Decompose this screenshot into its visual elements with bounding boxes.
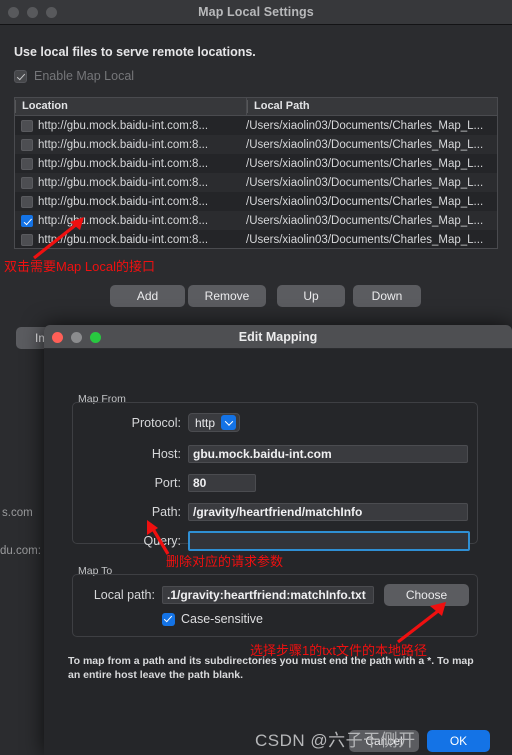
cell-local-path: /Users/xiaolin03/Documents/Charles_Map_L… xyxy=(246,119,484,132)
cell-local-path: /Users/xiaolin03/Documents/Charles_Map_L… xyxy=(246,233,484,246)
path-label: Path: xyxy=(151,505,181,519)
cell-location: http://gbu.mock.baidu-int.com:8... xyxy=(38,195,209,208)
main-window-title: Map Local Settings xyxy=(198,5,314,19)
row-enable-checkbox[interactable] xyxy=(21,195,33,208)
protocol-value: http xyxy=(195,415,216,430)
arrow-to-choose-button-icon xyxy=(397,602,446,644)
minimize-icon[interactable] xyxy=(27,7,38,18)
table-row[interactable]: http://gbu.mock.baidu-int.com:8... /Users… xyxy=(15,135,497,154)
table-header: Location Local Path xyxy=(15,98,497,116)
case-sensitive-row[interactable]: Case-sensitive xyxy=(162,612,263,626)
cell-location: http://gbu.mock.baidu-int.com:8... xyxy=(38,138,209,151)
background-text-line1: s.com xyxy=(2,507,33,519)
query-field[interactable] xyxy=(188,531,470,551)
screen: Map Local Settings Use local files to se… xyxy=(0,0,512,755)
cell-local-path: /Users/xiaolin03/Documents/Charles_Map_L… xyxy=(246,214,484,227)
cell-local-path: /Users/xiaolin03/Documents/Charles_Map_L… xyxy=(246,176,484,189)
row-enable-checkbox[interactable] xyxy=(21,119,33,132)
row-enable-checkbox[interactable] xyxy=(21,157,33,170)
cell-location: http://gbu.mock.baidu-int.com:8... xyxy=(38,119,209,132)
down-button[interactable]: Down xyxy=(353,285,421,307)
local-path-field[interactable] xyxy=(162,586,374,604)
cell-local-path: /Users/xiaolin03/Documents/Charles_Map_L… xyxy=(246,157,484,170)
row-enable-checkbox[interactable] xyxy=(21,176,33,189)
arrow-to-selected-row-icon xyxy=(33,217,84,260)
host-field[interactable] xyxy=(188,445,468,463)
dialog-zoom-icon[interactable] xyxy=(90,331,101,343)
enable-map-local-row[interactable]: Enable Map Local xyxy=(14,69,134,83)
enable-map-local-label: Enable Map Local xyxy=(34,69,135,83)
arrow-to-query-field-icon xyxy=(147,520,170,555)
chevron-down-icon[interactable] xyxy=(221,415,237,430)
main-window-traffic-lights[interactable] xyxy=(8,0,57,25)
table-row[interactable]: http://gbu.mock.baidu-int.com:8... /Users… xyxy=(15,116,497,135)
column-header-location[interactable]: Location xyxy=(15,98,247,115)
table-body: http://gbu.mock.baidu-int.com:8... /Users… xyxy=(15,116,497,248)
page-title: Use local files to serve remote location… xyxy=(14,45,256,59)
host-row: Host: xyxy=(84,445,474,463)
list-action-buttons: Add Remove Up Down xyxy=(0,285,512,307)
mappings-table[interactable]: Location Local Path http://gbu.mock.baid… xyxy=(14,97,498,249)
dialog-minimize-icon[interactable] xyxy=(71,331,82,343)
path-row: Path: xyxy=(84,503,474,521)
table-row[interactable]: http://gbu.mock.baidu-int.com:8... /Users… xyxy=(15,154,497,173)
protocol-select[interactable]: http xyxy=(188,413,241,432)
cell-local-path: /Users/xiaolin03/Documents/Charles_Map_L… xyxy=(246,138,484,151)
enable-map-local-checkbox[interactable] xyxy=(14,69,27,83)
row-enable-checkbox[interactable] xyxy=(21,138,33,151)
protocol-row: Protocol: http xyxy=(84,413,474,432)
host-label: Host: xyxy=(151,447,181,461)
dialog-ok-button[interactable]: OK xyxy=(427,730,490,752)
port-field[interactable] xyxy=(188,474,256,492)
close-icon[interactable] xyxy=(8,7,19,18)
add-button[interactable]: Add xyxy=(110,285,185,307)
local-path-label: Local path: xyxy=(93,588,155,602)
path-field[interactable] xyxy=(188,503,468,521)
cell-location: http://gbu.mock.baidu-int.com:8... xyxy=(38,157,209,170)
dialog-titlebar: Edit Mapping xyxy=(44,325,512,349)
table-row[interactable]: http://gbu.mock.baidu-int.com:8.../Users… xyxy=(15,230,497,248)
dialog-close-icon[interactable] xyxy=(52,331,63,343)
watermark: CSDN @六子干侧开 xyxy=(255,731,416,750)
dialog-traffic-lights[interactable] xyxy=(52,325,101,349)
port-label: Port: xyxy=(154,476,181,490)
dialog-title: Edit Mapping xyxy=(238,329,318,344)
main-window-titlebar: Map Local Settings xyxy=(0,0,512,25)
zoom-icon[interactable] xyxy=(46,7,57,18)
table-row[interactable]: http://gbu.mock.baidu-int.com:8... /Users… xyxy=(15,192,497,211)
cell-local-path: /Users/xiaolin03/Documents/Charles_Map_L… xyxy=(246,195,484,208)
cell-location: http://gbu.mock.baidu-int.com:8... xyxy=(38,176,209,189)
edit-mapping-dialog: Edit Mapping Map From Protocol: http Hos… xyxy=(44,325,512,755)
column-header-local-path[interactable]: Local Path xyxy=(247,98,497,115)
case-sensitive-label: Case-sensitive xyxy=(181,612,263,626)
table-row[interactable]: http://gbu.mock.baidu-int.com:8.../Users… xyxy=(15,211,497,230)
table-row[interactable]: http://gbu.mock.baidu-int.com:8... /Users… xyxy=(15,173,497,192)
protocol-label: Protocol: xyxy=(131,415,181,430)
remove-button[interactable]: Remove xyxy=(188,285,266,307)
background-text-line2: du.com: xyxy=(0,545,41,557)
annotation-delete-query: 删除对应的请求参数 xyxy=(166,554,284,569)
case-sensitive-checkbox[interactable] xyxy=(162,612,175,626)
port-row: Port: xyxy=(84,474,474,492)
up-button[interactable]: Up xyxy=(277,285,345,307)
